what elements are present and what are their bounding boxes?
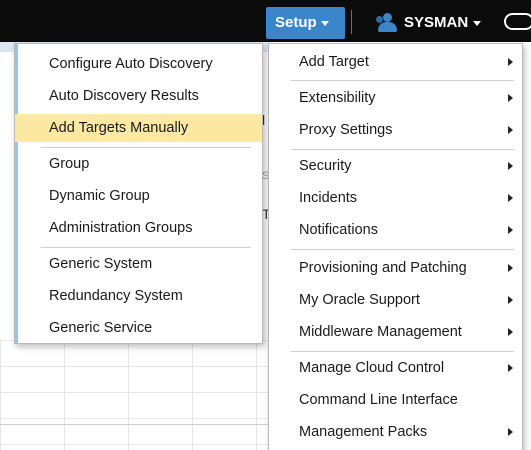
menu-item-proxy-settings[interactable]: Proxy Settings [269, 116, 522, 144]
menu-item-my-oracle-support[interactable]: My Oracle Support [269, 286, 522, 314]
toolbar-separator [351, 10, 352, 34]
chevron-right-icon [508, 364, 513, 372]
chevron-right-icon [508, 328, 513, 336]
chevron-right-icon [508, 162, 513, 170]
menu-item-label: Notifications [299, 222, 378, 238]
menu-item-label: Middleware Management [299, 324, 462, 340]
background-table-grid [0, 340, 270, 450]
menu-item-command-line-interface[interactable]: Command Line Interface [269, 386, 522, 414]
menu-item-generic-system[interactable]: Generic System [15, 250, 262, 278]
menu-item-label: Manage Cloud Control [299, 360, 445, 376]
oval-icon[interactable] [504, 13, 531, 30]
chevron-down-icon [320, 20, 329, 26]
user-label: SYSMAN [404, 14, 469, 31]
menu-item-management-packs[interactable]: Management Packs [269, 418, 522, 446]
menu-item-security[interactable]: Security [269, 152, 522, 180]
menu-item-label: Provisioning and Patching [299, 260, 467, 276]
menu-divider [41, 147, 251, 148]
menu-item-group[interactable]: Group [15, 150, 262, 178]
menu-item-add-target[interactable]: Add Target [269, 48, 522, 76]
menu-divider [41, 247, 251, 248]
chevron-right-icon [508, 94, 513, 102]
chevron-right-icon [508, 194, 513, 202]
menu-item-label: Extensibility [299, 90, 376, 106]
menu-item-generic-service[interactable]: Generic Service [15, 314, 262, 342]
chevron-right-icon [508, 58, 513, 66]
menu-divider [291, 249, 514, 250]
menu-item-label: Proxy Settings [299, 122, 393, 138]
chevron-right-icon [508, 126, 513, 134]
chevron-right-icon [508, 264, 513, 272]
user-menu-button[interactable]: SYSMAN [376, 7, 482, 39]
menu-item-incidents[interactable]: Incidents [269, 184, 522, 212]
menu-item-middleware-management[interactable]: Middleware Management [269, 318, 522, 346]
menu-item-label: My Oracle Support [299, 292, 420, 308]
menu-item-add-targets-manually[interactable]: Add Targets Manually [15, 114, 262, 142]
user-group-icon [376, 13, 398, 33]
add-target-submenu: Configure Auto Discovery Auto Discovery … [14, 43, 263, 344]
menu-item-label: Add Target [299, 54, 369, 70]
menu-divider [291, 149, 514, 150]
menu-item-label: Management Packs [299, 424, 428, 440]
setup-label: Setup [275, 14, 317, 31]
menu-item-configure-auto-discovery[interactable]: Configure Auto Discovery [15, 50, 262, 78]
chevron-right-icon [508, 226, 513, 234]
chevron-right-icon [508, 428, 513, 436]
menu-item-label: Incidents [299, 190, 358, 206]
menu-item-redundancy-system[interactable]: Redundancy System [15, 282, 262, 310]
menu-item-manage-cloud-control[interactable]: Manage Cloud Control [269, 354, 522, 382]
top-bar: Setup SYSMAN [0, 0, 531, 42]
menu-item-notifications[interactable]: Notifications [269, 216, 522, 244]
setup-menu-button[interactable]: Setup [266, 7, 345, 39]
menu-item-provisioning-and-patching[interactable]: Provisioning and Patching [269, 254, 522, 282]
menu-item-administration-groups[interactable]: Administration Groups [15, 214, 262, 242]
menu-item-dynamic-group[interactable]: Dynamic Group [15, 182, 262, 210]
menu-divider [291, 351, 514, 352]
menu-item-extensibility[interactable]: Extensibility [269, 84, 522, 112]
menu-item-label: Security [299, 158, 352, 174]
chevron-down-icon [473, 20, 482, 26]
menu-divider [291, 80, 514, 81]
chevron-right-icon [508, 296, 513, 304]
menu-item-auto-discovery-results[interactable]: Auto Discovery Results [15, 82, 262, 110]
setup-dropdown-menu: Add Target Extensibility Proxy Settings … [268, 43, 523, 450]
menu-item-label: Command Line Interface [299, 392, 458, 408]
